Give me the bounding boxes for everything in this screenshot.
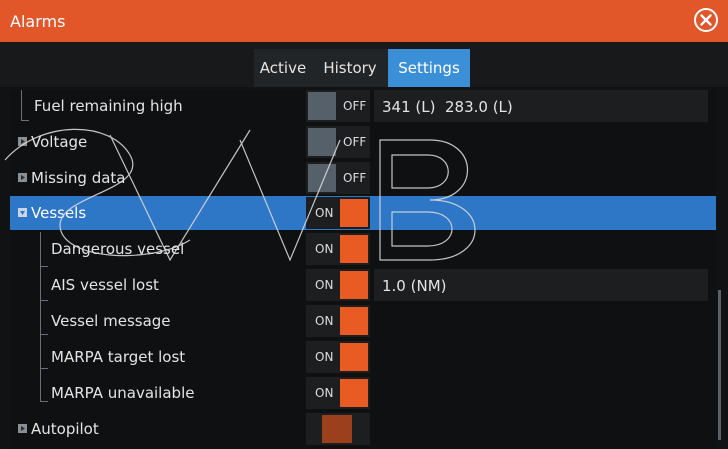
row-label: Autopilot (31, 420, 99, 438)
toggle-state: ON (315, 314, 334, 328)
scrollbar[interactable] (718, 290, 721, 440)
row-fuel-remaining-high[interactable]: Fuel remaining high OFF 341 (L) 283.0 (L… (10, 89, 716, 123)
row-voltage[interactable]: Voltage OFF (10, 125, 716, 159)
close-icon[interactable] (693, 7, 719, 33)
row-label: MARPA target lost (51, 348, 186, 366)
toggle-knob (340, 199, 368, 227)
row-vessels[interactable]: Vessels ON (10, 196, 716, 230)
row-missing-data[interactable]: Missing data OFF (10, 161, 716, 195)
value-field-fuel-remaining-high[interactable]: 341 (L) 283.0 (L) (374, 90, 708, 122)
toggle-vessels[interactable]: ON (306, 197, 370, 229)
triangle-expander-icon[interactable] (18, 424, 27, 433)
toggle-knob (308, 164, 336, 192)
toggle-state: OFF (343, 135, 367, 149)
toggle-state: OFF (343, 171, 367, 185)
row-marpa-target-lost[interactable]: MARPA target lost ON (10, 340, 716, 374)
row-vessel-message[interactable]: Vessel message ON (10, 304, 716, 338)
toggle-vessel-message[interactable]: ON (306, 305, 370, 337)
title-bar: Alarms (0, 0, 728, 42)
toggle-autopilot[interactable] (306, 413, 370, 445)
toggle-knob (340, 379, 368, 407)
toggle-voltage[interactable]: OFF (306, 126, 370, 158)
row-dangerous-vessel[interactable]: Dangerous vessel ON (10, 232, 716, 266)
toggle-ais-vessel-lost[interactable]: ON (306, 269, 370, 301)
toggle-fuel-remaining-high[interactable]: OFF (306, 90, 370, 122)
toggle-knob (340, 343, 368, 371)
toggle-knob (308, 92, 336, 120)
tab-active[interactable]: Active (254, 49, 312, 87)
row-marpa-unavailable[interactable]: MARPA unavailable ON (10, 376, 716, 410)
toggle-knob (308, 128, 336, 156)
alarms-window: Alarms Active History Settings Fuel rema… (0, 0, 728, 449)
window-title: Alarms (10, 12, 66, 31)
row-autopilot[interactable]: Autopilot (10, 412, 716, 446)
value-text: 1.0 (NM) (382, 277, 447, 295)
value-field-ais-vessel-lost[interactable]: 1.0 (NM) (374, 269, 708, 301)
toggle-dangerous-vessel[interactable]: ON (306, 233, 370, 265)
toggle-marpa-target-lost[interactable]: ON (306, 341, 370, 373)
row-label: Vessel message (51, 312, 171, 330)
toggle-state: ON (315, 242, 334, 256)
row-label: Dangerous vessel (51, 240, 185, 258)
value-text: 341 (L) 283.0 (L) (382, 98, 513, 116)
triangle-expander-icon[interactable] (18, 173, 27, 182)
toggle-missing-data[interactable]: OFF (306, 162, 370, 194)
tabs: Active History Settings (254, 49, 470, 87)
toggle-knob (322, 415, 352, 443)
toggle-marpa-unavailable[interactable]: ON (306, 377, 370, 409)
tree-line (40, 266, 48, 267)
toggle-state: ON (315, 206, 334, 220)
row-label: AIS vessel lost (51, 276, 159, 294)
tab-history[interactable]: History (312, 49, 388, 87)
toggle-state: ON (315, 278, 334, 292)
toggle-state: ON (315, 350, 334, 364)
row-ais-vessel-lost[interactable]: AIS vessel lost ON 1.0 (NM) (10, 268, 716, 302)
triangle-expander-icon[interactable] (18, 137, 27, 146)
row-label: MARPA unavailable (51, 384, 195, 402)
row-label: Vessels (31, 204, 87, 222)
triangle-expander-icon[interactable] (18, 208, 27, 217)
row-label: Fuel remaining high (34, 97, 183, 115)
row-label: Missing data (31, 169, 126, 187)
toggle-knob (340, 235, 368, 263)
toggle-state: OFF (343, 99, 367, 113)
toggle-knob (340, 271, 368, 299)
toggle-state: ON (315, 386, 334, 400)
toggle-knob (340, 307, 368, 335)
tab-settings[interactable]: Settings (388, 49, 470, 87)
row-label: Voltage (31, 133, 88, 151)
